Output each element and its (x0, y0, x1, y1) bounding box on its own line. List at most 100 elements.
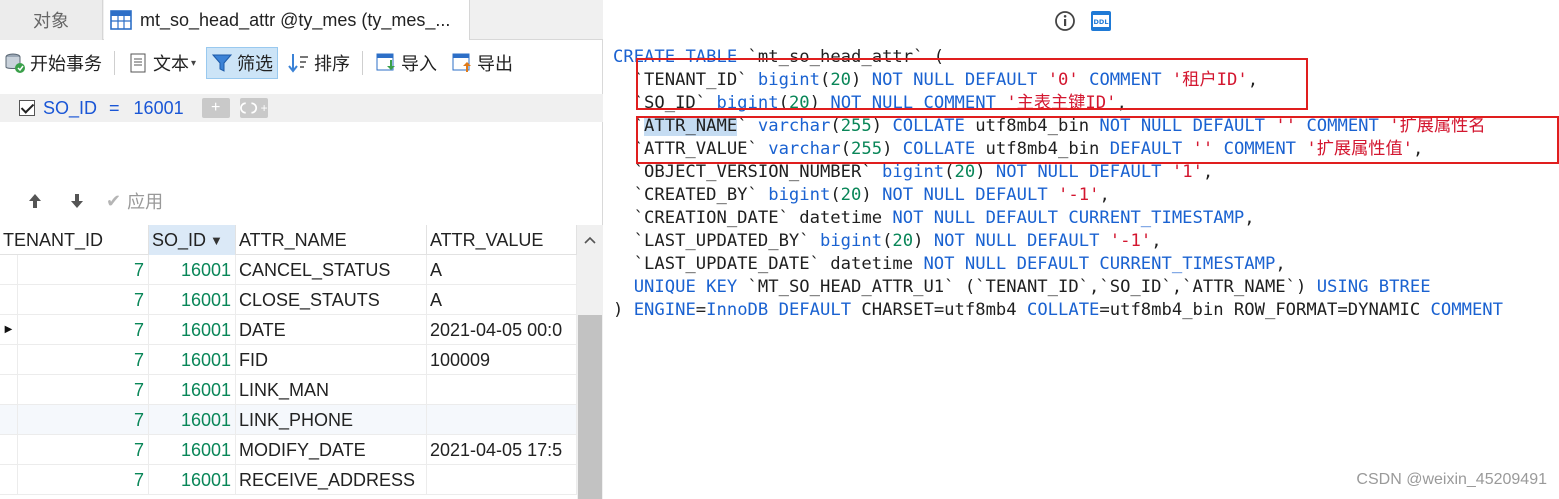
row-selector[interactable] (0, 345, 18, 374)
cell-attr-value[interactable] (427, 405, 577, 435)
ddl-pane-toolbar: DDL (1054, 10, 1126, 32)
tab-bar: 对象 mt_so_head_attr @ty_mes (ty_mes_... (0, 0, 603, 40)
record-nav-bar: ✔ 应用 (0, 186, 603, 216)
filter-enabled-checkbox[interactable] (19, 100, 35, 116)
ddl-line: `LAST_UPDATE_DATE` datetime NOT NULL DEF… (613, 254, 1286, 274)
ddl-line: `CREATED_BY` bigint(20) NOT NULL DEFAULT… (613, 185, 1110, 205)
table-row[interactable]: 7 16001 CANCEL_STATUS A (0, 255, 577, 285)
cell-tenant-id[interactable]: 7 (18, 255, 149, 285)
table-row[interactable]: ▶ 7 16001 DATE 2021-04-05 00:0 (0, 315, 577, 345)
ddl-icon[interactable]: DDL (1090, 10, 1112, 32)
filter-column[interactable]: SO_ID (43, 98, 97, 119)
export-button[interactable]: 导出 (447, 47, 517, 79)
row-selector[interactable] (0, 405, 18, 434)
info-icon[interactable] (1054, 10, 1076, 32)
cell-so-id[interactable]: 16001 (149, 345, 236, 375)
ddl-line: `LAST_UPDATED_BY` bigint(20) NOT NULL DE… (613, 231, 1162, 251)
ddl-line: `CREATION_DATE` datetime NOT NULL DEFAUL… (613, 208, 1255, 228)
cell-so-id[interactable]: 16001 (149, 285, 236, 315)
highlight-box-key-columns (636, 58, 1308, 110)
table-row[interactable]: 7 16001 LINK_PHONE (0, 405, 577, 435)
apply-button[interactable]: ✔ 应用 (106, 188, 163, 214)
cell-attr-name[interactable]: CLOSE_STAUTS (236, 285, 427, 315)
ddl-line: UNIQUE KEY `MT_SO_HEAD_ATTR_U1` (`TENANT… (633, 277, 1431, 297)
cell-so-id[interactable]: 16001 (149, 435, 236, 465)
cell-tenant-id[interactable]: 7 (18, 465, 149, 495)
text-view-label: 文本 (153, 54, 189, 74)
database-transaction-icon (5, 53, 25, 73)
column-header-so-id[interactable]: SO_ID ▼ (149, 225, 236, 255)
table-row[interactable]: 7 16001 FID 100009 (0, 345, 577, 375)
cell-so-id[interactable]: 16001 (149, 375, 236, 405)
cell-tenant-id[interactable]: 7 (18, 405, 149, 435)
begin-transaction-label: 开始事务 (30, 54, 102, 74)
cell-tenant-id[interactable]: 7 (18, 315, 149, 345)
filter-value[interactable]: 16001 (134, 98, 184, 119)
cell-attr-value[interactable]: A (427, 285, 577, 315)
cell-so-id[interactable]: 16001 (149, 465, 236, 495)
tab-objects[interactable]: 对象 (0, 0, 103, 40)
cell-attr-name[interactable]: FID (236, 345, 427, 375)
cell-attr-value[interactable]: 2021-04-05 00:0 (427, 315, 577, 345)
tab-table-label: mt_so_head_attr @ty_mes (ty_mes_... (140, 9, 451, 30)
cell-tenant-id[interactable]: 7 (18, 345, 149, 375)
ddl-pane: DDL CREATE TABLE `mt_so_head_attr` ( `TE… (606, 0, 1559, 499)
cell-so-id[interactable]: 16001 (149, 405, 236, 435)
import-button[interactable]: 导入 (371, 47, 441, 79)
cell-tenant-id[interactable]: 7 (18, 435, 149, 465)
table-row[interactable]: 7 16001 CLOSE_STAUTS A (0, 285, 577, 315)
sort-label: 排序 (314, 54, 351, 74)
text-view-button[interactable]: 文本 ▾ (123, 47, 200, 79)
filter-button[interactable]: 筛选 (206, 47, 279, 79)
table-row[interactable]: 7 16001 MODIFY_DATE 2021-04-05 17:5 (0, 435, 577, 465)
sort-button[interactable]: 排序 (284, 47, 354, 79)
cell-attr-value[interactable]: 2021-04-05 17:5 (427, 435, 577, 465)
add-group-button[interactable]: + (239, 98, 268, 118)
add-condition-button[interactable]: + (201, 98, 230, 118)
move-down-button[interactable] (66, 190, 88, 212)
cell-tenant-id[interactable]: 7 (18, 285, 149, 315)
cell-attr-value[interactable]: A (427, 255, 577, 285)
vertical-scrollbar[interactable] (577, 225, 603, 499)
table-icon (110, 10, 132, 30)
cell-attr-value[interactable] (427, 465, 577, 495)
cell-attr-name[interactable]: LINK_MAN (236, 375, 427, 405)
row-selector[interactable] (0, 465, 18, 494)
cell-attr-name[interactable]: CANCEL_STATUS (236, 255, 427, 285)
move-up-button[interactable] (24, 190, 46, 212)
cell-attr-value[interactable]: 100009 (427, 345, 577, 375)
cell-attr-name[interactable]: DATE (236, 315, 427, 345)
row-selector[interactable] (0, 255, 18, 284)
import-icon (376, 53, 396, 71)
scrollbar-thumb[interactable] (578, 315, 602, 499)
sort-icon (288, 54, 309, 73)
column-header-tenant-id[interactable]: TENANT_ID (0, 225, 149, 255)
apply-label: 应用 (127, 192, 164, 212)
table-row[interactable]: 7 16001 LINK_MAN (0, 375, 577, 405)
chevron-down-icon: ▾ (191, 57, 197, 69)
column-header-attr-name[interactable]: ATTR_NAME (236, 225, 427, 255)
row-selector[interactable] (0, 435, 18, 464)
cell-so-id[interactable]: 16001 (149, 315, 236, 345)
cell-tenant-id[interactable]: 7 (18, 375, 149, 405)
cell-attr-name[interactable]: RECEIVE_ADDRESS (236, 465, 427, 495)
cell-attr-name[interactable]: MODIFY_DATE (236, 435, 427, 465)
toolbar-divider (362, 51, 364, 75)
export-icon (452, 53, 472, 72)
cell-so-id[interactable]: 16001 (149, 255, 236, 285)
column-header-attr-value[interactable]: ATTR_VALUE (427, 225, 577, 255)
row-selector[interactable] (0, 375, 18, 404)
tab-table-data[interactable]: mt_so_head_attr @ty_mes (ty_mes_... (104, 0, 470, 40)
filter-operator[interactable]: = (109, 98, 120, 119)
import-label: 导入 (401, 54, 438, 74)
row-selector[interactable] (0, 285, 18, 314)
cell-attr-name[interactable]: LINK_PHONE (236, 405, 427, 435)
table-row[interactable]: 7 16001 RECEIVE_ADDRESS (0, 465, 577, 495)
begin-transaction-button[interactable]: 开始事务 (0, 47, 106, 79)
filter-label: 筛选 (237, 54, 274, 74)
arrow-up-icon (29, 194, 41, 208)
scroll-up-icon[interactable] (577, 225, 603, 255)
cell-attr-value[interactable] (427, 375, 577, 405)
text-document-icon (130, 53, 146, 73)
current-row-marker-icon[interactable]: ▶ (0, 315, 18, 344)
